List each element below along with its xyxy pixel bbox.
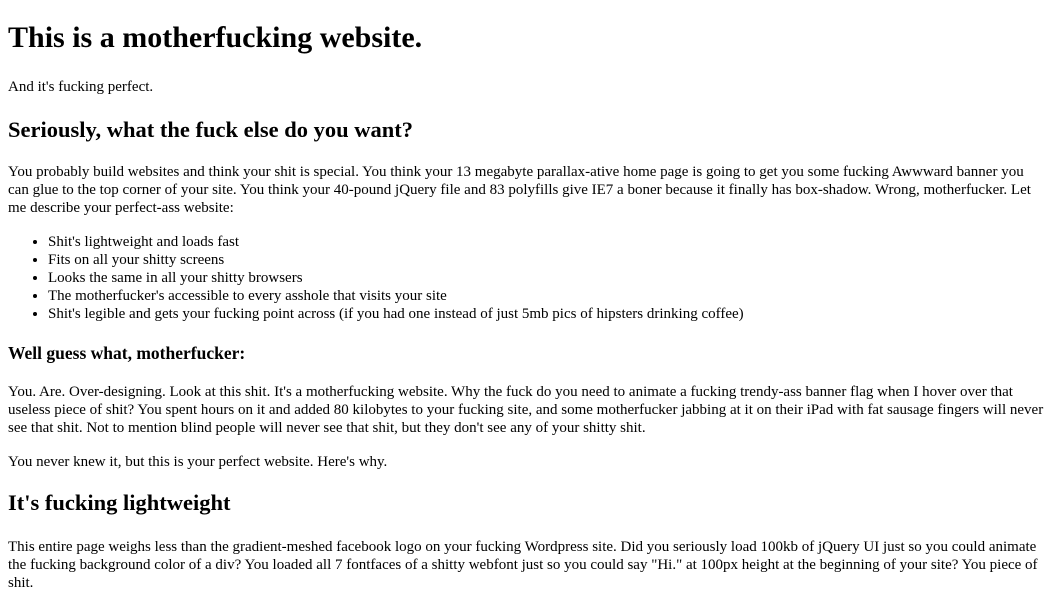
list-item: Shit's lightweight and loads fast (48, 233, 744, 251)
list-item: The motherfucker's accessible to every a… (48, 287, 744, 305)
paragraph-over-designing: You. Are. Over-designing. Look at this s… (8, 384, 1044, 436)
heading-lightweight: It's fucking lightweight (8, 490, 231, 515)
list-item: Looks the same in all your shitty browse… (48, 269, 744, 287)
paragraph-intro: You probably build websites and think yo… (8, 164, 1031, 216)
list-item: Shit's legible and gets your fucking poi… (48, 305, 744, 323)
list-item: Fits on all your shitty screens (48, 251, 744, 269)
paragraph-perfect-website: You never knew it, but this is your perf… (8, 454, 388, 470)
paragraph-lightweight: This entire page weighs less than the gr… (8, 539, 1038, 591)
page: This is a motherfucking website. And it'… (0, 0, 1052, 607)
page-title: This is a motherfucking website. (8, 21, 423, 54)
heading-guess-what: Well guess what, motherfucker: (8, 343, 246, 363)
perfect-website-list: Shit's lightweight and loads fast Fits o… (8, 233, 744, 323)
heading-what-else: Seriously, what the fuck else do you wan… (8, 117, 414, 142)
tagline: And it's fucking perfect. (8, 79, 154, 95)
